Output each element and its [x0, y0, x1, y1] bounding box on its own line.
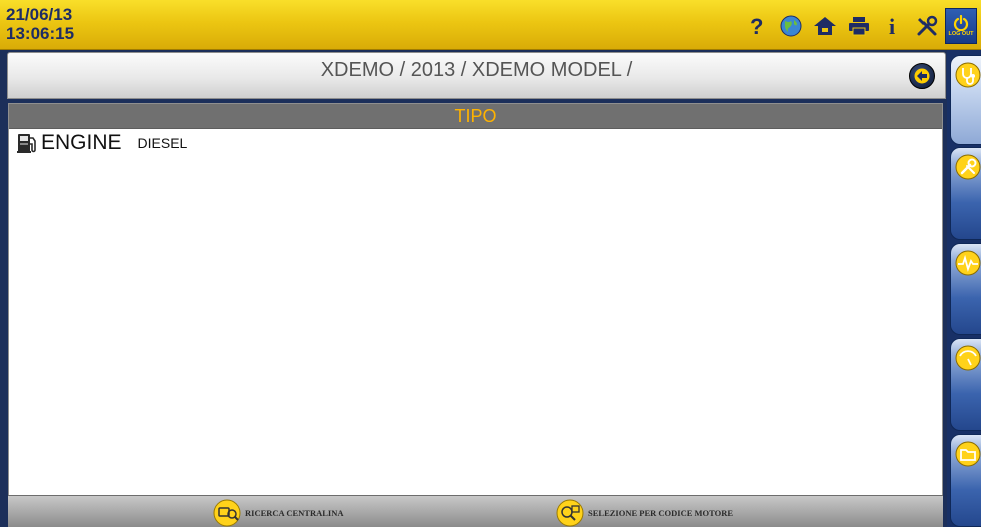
table-row[interactable]: ENGINE DIESEL	[9, 129, 942, 156]
stethoscope-icon	[955, 62, 981, 88]
breadcrumb: XDEMO / 2013 / XDEMO MODEL /	[320, 59, 633, 81]
row-name: ENGINE	[41, 130, 122, 154]
selection-table: TIPO ENGINE DIESEL	[8, 103, 943, 496]
ricerca-centralina-label: RICERCA CENTRALINA	[245, 508, 344, 518]
engine-code-icon	[556, 499, 584, 527]
tools-icon[interactable]	[915, 13, 939, 39]
ecu-search-icon	[213, 499, 241, 527]
print-icon[interactable]	[847, 13, 871, 39]
sidebar-item-gauge[interactable]	[950, 338, 981, 431]
logout-button[interactable]: LOG OUT	[945, 8, 977, 44]
svg-text:i: i	[889, 15, 895, 37]
column-header: TIPO	[9, 104, 942, 129]
clock: 21/06/13 13:06:15	[6, 5, 74, 43]
toolbar: ? i	[745, 13, 939, 39]
gauge-icon	[955, 345, 981, 371]
sidebar-item-maintenance[interactable]	[950, 147, 981, 240]
selezione-codice-motore-label: SELEZIONE PER CODICE MOTORE	[588, 508, 734, 518]
power-icon	[953, 14, 969, 31]
back-button[interactable]	[909, 63, 935, 89]
time-text: 13:06:15	[6, 24, 75, 43]
sidebar-item-diagnosis[interactable]	[950, 55, 981, 145]
info-icon[interactable]: i	[881, 13, 905, 39]
svg-text:?: ?	[750, 15, 763, 37]
breadcrumb-panel: XDEMO / 2013 / XDEMO MODEL /	[7, 52, 946, 99]
help-icon[interactable]: ?	[745, 13, 769, 39]
oscilloscope-icon	[955, 250, 981, 276]
bottom-bar: RICERCA CENTRALINA SELEZIONE PER CODICE …	[8, 495, 943, 527]
sidebar-item-archive[interactable]	[950, 434, 981, 527]
wrench-icon	[955, 154, 981, 180]
right-sidebar	[947, 50, 981, 527]
fuel-pump-icon	[17, 133, 36, 153]
home-icon[interactable]	[813, 13, 837, 39]
folder-icon	[955, 441, 981, 467]
top-bar: 21/06/13 13:06:15 ? i LOG OUT	[0, 0, 981, 50]
logout-label: LOG OUT	[948, 30, 974, 37]
selezione-codice-motore-button[interactable]: SELEZIONE PER CODICE MOTORE	[556, 498, 733, 527]
app-window: 21/06/13 13:06:15 ? i LOG OUT XDEMO / 20…	[0, 0, 981, 527]
row-value: DIESEL	[137, 134, 188, 151]
globe-icon[interactable]	[779, 13, 803, 39]
sidebar-item-oscilloscope[interactable]	[950, 243, 981, 335]
ricerca-centralina-button[interactable]: RICERCA CENTRALINA	[213, 498, 343, 527]
date-text: 21/06/13	[6, 5, 73, 24]
back-arrow-icon	[914, 68, 930, 84]
